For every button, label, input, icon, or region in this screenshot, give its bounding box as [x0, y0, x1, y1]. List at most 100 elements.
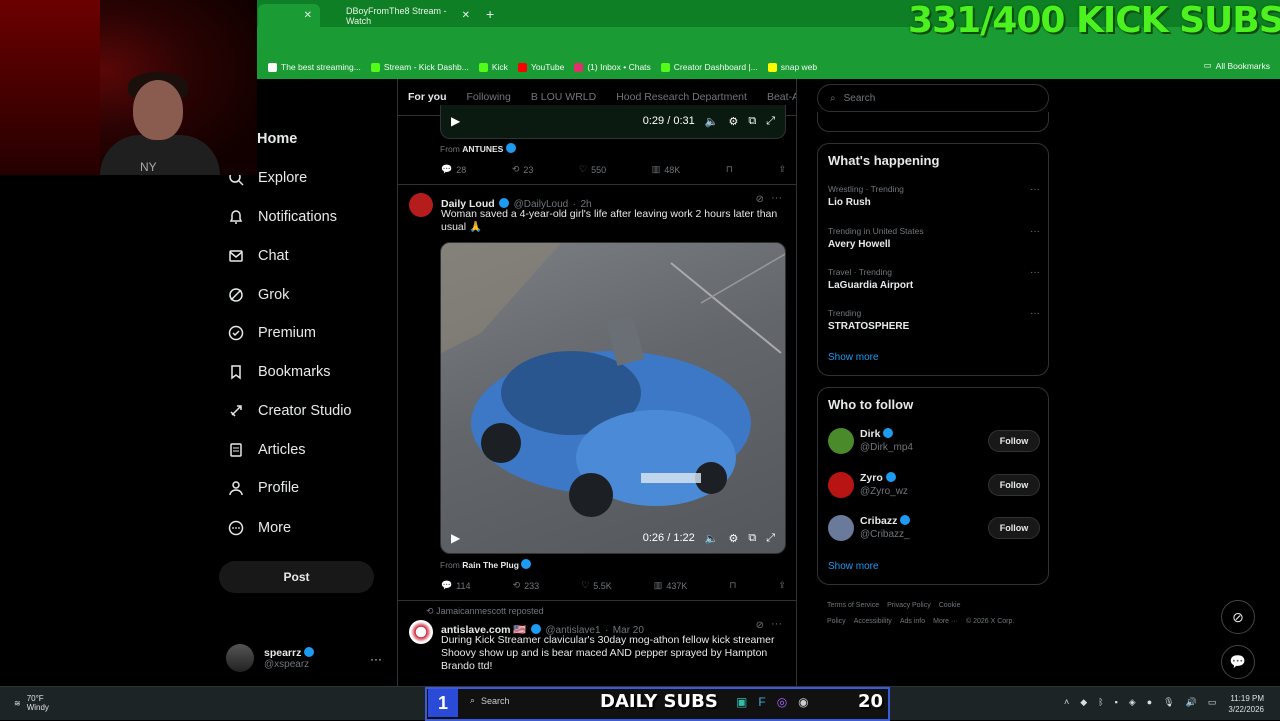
- trend-item[interactable]: Travel · Trending LaGuardia Airport ···: [828, 267, 1040, 291]
- nav-item-articles[interactable]: Articles: [228, 442, 306, 458]
- avatar[interactable]: [828, 472, 854, 498]
- microphone-icon[interactable]: 🎙: [1163, 697, 1174, 708]
- speaker-icon[interactable]: 🔊: [1186, 697, 1197, 708]
- volume-icon[interactable]: 🔈: [705, 115, 719, 128]
- bookmark-button[interactable]: ⊓: [726, 164, 733, 175]
- timeline-tab[interactable]: For you: [398, 91, 457, 103]
- more-icon[interactable]: ···: [1030, 267, 1040, 278]
- timeline-tab[interactable]: Following: [457, 91, 521, 103]
- browser-tab-active[interactable]: ✕: [258, 4, 320, 27]
- more-icon[interactable]: ···: [771, 618, 782, 630]
- bookmark-item[interactable]: snap web: [767, 62, 817, 72]
- share-button[interactable]: ⇪: [778, 580, 786, 591]
- show-more-link[interactable]: Show more: [828, 352, 879, 363]
- reply-button[interactable]: 💬 114: [441, 580, 471, 591]
- more-icon[interactable]: ···: [1030, 226, 1040, 237]
- grok-icon[interactable]: ⊘: [756, 620, 764, 631]
- follow-name[interactable]: Dirk: [860, 428, 894, 440]
- trend-item[interactable]: Wrestling · Trending Lio Rush ···: [828, 184, 1040, 208]
- settings-icon[interactable]: ⚙: [728, 532, 738, 545]
- avatar[interactable]: [409, 193, 433, 217]
- messages-button[interactable]: 💬: [1221, 645, 1255, 679]
- follow-suggestion[interactable]: Dirk @Dirk_mp4 Follow: [828, 426, 1040, 460]
- new-tab-button[interactable]: +: [486, 6, 494, 22]
- footer-link[interactable]: Ads info: [900, 618, 925, 625]
- repost-button[interactable]: ⟲ 233: [513, 580, 540, 591]
- tray-app-icon[interactable]: ▪: [1115, 697, 1118, 708]
- all-bookmarks-button[interactable]: ▭ All Bookmarks: [1204, 60, 1270, 71]
- timeline-tab[interactable]: Hood Research Department: [606, 91, 757, 103]
- share-button[interactable]: ⇪: [778, 164, 786, 175]
- video-player[interactable]: ▶ 0:29 / 0:31 🔈 ⚙ ⧉ ⤢: [440, 105, 786, 139]
- like-button[interactable]: ♡ 5.5K: [581, 580, 612, 591]
- follow-name[interactable]: Cribazz: [860, 515, 911, 527]
- chevron-up-icon[interactable]: ˄: [1064, 697, 1069, 708]
- more-icon[interactable]: ···: [1030, 184, 1040, 195]
- more-icon[interactable]: ···: [370, 652, 382, 666]
- follow-name[interactable]: Zyro: [860, 472, 896, 484]
- app-icon[interactable]: ▣: [736, 695, 747, 709]
- close-tab-icon[interactable]: ✕: [304, 10, 312, 21]
- avatar[interactable]: [828, 428, 854, 454]
- weather-widget[interactable]: ≋ 70°F Windy: [14, 694, 49, 712]
- more-icon[interactable]: ···: [1030, 308, 1040, 319]
- follow-button[interactable]: Follow: [988, 517, 1040, 539]
- fullscreen-icon[interactable]: ⤢: [766, 115, 775, 128]
- pip-icon[interactable]: ⧉: [748, 532, 756, 545]
- nav-item-creator-studio[interactable]: Creator Studio: [228, 403, 352, 419]
- more-icon[interactable]: ···: [771, 192, 782, 204]
- views-button[interactable]: ▥ 437K: [654, 580, 688, 591]
- pip-icon[interactable]: ⧉: [748, 115, 756, 128]
- nav-item-chat[interactable]: Chat: [228, 248, 289, 264]
- app-icon[interactable]: ◎: [777, 695, 787, 709]
- repost-button[interactable]: ⟲ 23: [512, 164, 534, 175]
- timeline-tab[interactable]: Beat-A: [757, 91, 796, 103]
- nav-item-premium[interactable]: Premium: [228, 325, 316, 341]
- follow-button[interactable]: Follow: [988, 430, 1040, 452]
- footer-link[interactable]: More ···: [933, 618, 958, 625]
- views-button[interactable]: ▥ 48K: [652, 164, 681, 175]
- play-icon[interactable]: ▶: [451, 531, 460, 545]
- nav-item-grok[interactable]: Grok: [228, 287, 289, 303]
- bookmark-item[interactable]: Stream - Kick Dashb...: [370, 62, 469, 72]
- video-source-name[interactable]: Rain The Plug: [462, 560, 519, 570]
- follow-suggestion[interactable]: Cribazz @Cribazz_ Follow: [828, 513, 1040, 547]
- grok-button[interactable]: ⊘: [1221, 600, 1255, 634]
- video-player[interactable]: ▶ 0:26 / 1:22 🔈 ⚙ ⧉ ⤢: [440, 242, 786, 554]
- start-button[interactable]: 1: [428, 689, 458, 717]
- bookmark-item[interactable]: Kick: [478, 62, 508, 72]
- reply-button[interactable]: 💬 28: [441, 164, 466, 175]
- nav-item-home[interactable]: Home: [257, 131, 297, 147]
- bookmark-item[interactable]: YouTube: [517, 62, 564, 72]
- bookmark-button[interactable]: ⊓: [729, 580, 736, 591]
- post-button[interactable]: Post: [219, 561, 374, 593]
- footer-link[interactable]: Accessibility: [854, 618, 892, 625]
- tray-app-icon[interactable]: ◆: [1080, 697, 1087, 708]
- follow-button[interactable]: Follow: [988, 474, 1040, 496]
- bluetooth-icon[interactable]: ᛒ: [1098, 697, 1103, 708]
- nav-item-more[interactable]: More: [228, 520, 291, 536]
- taskbar-search[interactable]: ⌕ Search: [470, 695, 510, 706]
- app-icon[interactable]: ◉: [798, 695, 808, 709]
- fullscreen-icon[interactable]: ⤢: [766, 532, 775, 545]
- video-source-name[interactable]: ANTUNES: [462, 144, 503, 154]
- grok-icon[interactable]: ⊘: [756, 194, 764, 205]
- follow-suggestion[interactable]: Zyro @Zyro_wz Follow: [828, 470, 1040, 504]
- trend-item[interactable]: Trending in United States Avery Howell ···: [828, 226, 1040, 250]
- like-button[interactable]: ♡ 550: [579, 164, 606, 175]
- avatar[interactable]: [828, 515, 854, 541]
- close-tab-icon[interactable]: ✕: [462, 10, 470, 21]
- account-switcher[interactable]: spearrz @xspearz ···: [226, 644, 386, 672]
- footer-link[interactable]: © 2026 X Corp.: [966, 618, 1014, 625]
- avatar[interactable]: [409, 620, 433, 644]
- play-icon[interactable]: ▶: [451, 114, 460, 128]
- nav-item-notifications[interactable]: Notifications: [228, 209, 337, 225]
- tray-app-icon[interactable]: ●: [1147, 697, 1152, 708]
- browser-tab[interactable]: DBoyFromThe8 Stream - Watch ✕: [338, 4, 478, 27]
- settings-icon[interactable]: ⚙: [728, 115, 738, 128]
- show-more-link[interactable]: Show more: [828, 561, 879, 572]
- bookmark-item[interactable]: (1) Inbox • Chats: [574, 62, 651, 72]
- footer-link[interactable]: Privacy Policy: [887, 602, 931, 609]
- bookmark-item[interactable]: Creator Dashboard |...: [660, 62, 758, 72]
- timeline-tab[interactable]: B LOU WRLD: [521, 91, 606, 103]
